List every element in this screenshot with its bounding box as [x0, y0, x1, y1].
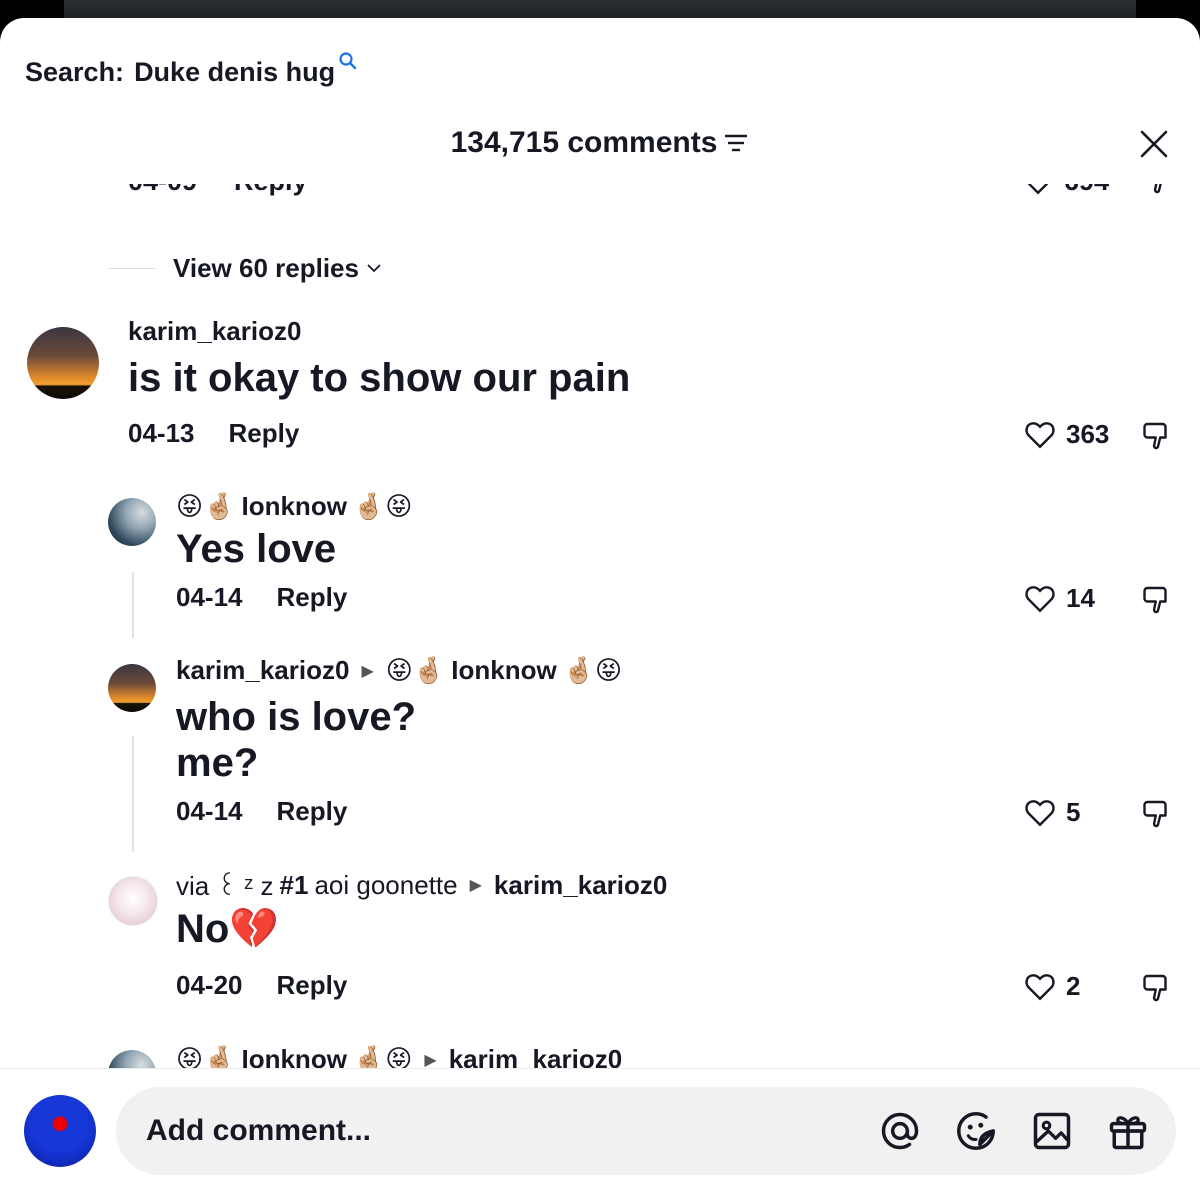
comment-date: 04-20 [176, 970, 243, 1000]
reply-arrow-icon: ▶ [469, 877, 482, 894]
reply-button[interactable]: Reply [234, 184, 308, 197]
like-count: 5 [1066, 796, 1081, 827]
comment-composer: Add comment... [0, 1068, 1200, 1200]
comment-text: No💔 [176, 907, 280, 951]
like-count: 694 [1064, 184, 1109, 197]
username-text: aoi goonette [314, 869, 458, 900]
search-query[interactable]: Duke denis hug [134, 57, 335, 88]
gift-icon[interactable] [1104, 1107, 1152, 1155]
image-icon[interactable] [1028, 1107, 1076, 1155]
comment-date: 04-14 [176, 582, 243, 612]
reply-arrow-icon: ▶ [361, 662, 374, 680]
reply-button[interactable]: Reply [277, 970, 348, 1001]
username-text: Ionknow [241, 1044, 347, 1068]
reply-button[interactable]: Reply [277, 796, 348, 827]
comment-list[interactable]: 04-09 Reply 694 View 60 replies karim_ka… [0, 184, 1200, 1068]
username-emoji: 😝🤞🏼 [176, 1044, 236, 1068]
comment-meta: 04-20 Reply [176, 970, 347, 1001]
heart-icon [1025, 800, 1055, 827]
like-button[interactable]: 2 [1022, 968, 1080, 1004]
at-icon[interactable] [876, 1107, 924, 1155]
heart-icon [1025, 586, 1055, 613]
search-suggestion[interactable]: Search: Duke denis hug [25, 52, 358, 92]
reply-arrow-icon: ▶ [424, 1051, 437, 1069]
avatar[interactable] [27, 327, 99, 399]
comments-count-title: 134,715 comments [450, 126, 718, 159]
heart-icon [1025, 974, 1055, 1001]
like-count: 2 [1066, 970, 1081, 1001]
dislike-icon[interactable] [1137, 418, 1173, 454]
avatar[interactable] [108, 1050, 156, 1068]
comment-date: 04-14 [176, 796, 243, 826]
comment-meta: 04-13 Reply [128, 418, 299, 449]
comment-meta: 04-14 Reply [176, 582, 347, 613]
username-emoji: 😝🤞🏼 [385, 655, 446, 685]
comments-header: 134,715 comments [0, 126, 1200, 170]
thread-line [132, 736, 134, 852]
comment-username[interactable]: karim_karioz0 [128, 316, 301, 347]
like-button[interactable]: 5 [1022, 794, 1080, 830]
thread-line [132, 572, 134, 638]
chevron-down-icon [367, 264, 381, 273]
reply-button[interactable]: Reply [277, 582, 348, 613]
username-text: via ꒰ ᶻ z [176, 871, 274, 901]
username-text: Ionknow [241, 491, 347, 521]
like-button[interactable]: 363 [1022, 416, 1109, 452]
username-text: karim_karioz0 [176, 655, 350, 685]
heart-icon [1025, 422, 1055, 449]
comment-text: is it okay to show our pain [128, 356, 631, 400]
comment-input-placeholder[interactable]: Add comment... [146, 1114, 876, 1148]
comment-date: 04-13 [128, 418, 195, 448]
close-icon[interactable] [1138, 128, 1170, 160]
username-emoji: 😝🤞🏼 [176, 491, 236, 521]
username-text: karim_karioz0 [128, 316, 302, 346]
my-avatar[interactable] [24, 1095, 96, 1167]
comment-text: who is love? me? [176, 695, 417, 785]
like-count: 363 [1066, 418, 1110, 449]
comment-meta: 04-14 Reply [176, 796, 347, 827]
search-icon[interactable] [338, 51, 358, 71]
reply-to-username[interactable]: karim_karioz0 [449, 1044, 622, 1068]
dislike-icon[interactable] [1137, 796, 1173, 832]
reply-to-username[interactable]: karim_karioz0 [494, 870, 667, 901]
like-count: 14 [1066, 582, 1095, 613]
comment-input[interactable]: Add comment... [116, 1087, 1176, 1175]
like-button[interactable]: 14 [1022, 580, 1095, 616]
username-emoji: 🤞🏼😝 [352, 1044, 413, 1068]
heart-icon[interactable] [1020, 184, 1056, 198]
filter-icon[interactable] [723, 132, 749, 154]
dislike-icon[interactable] [1137, 582, 1173, 618]
comment-text: Yes love [176, 527, 337, 571]
comment-username[interactable]: 😝🤞🏼 Ionknow 🤞🏼😝 [176, 491, 412, 522]
avatar[interactable] [108, 664, 156, 712]
username-emoji: 🤞🏼😝 [352, 491, 413, 521]
username-text: #1 [279, 869, 309, 900]
previous-comment-meta: 04-09 Reply 694 [128, 184, 1178, 206]
username-emoji: 🤞🏼😝 [562, 655, 623, 685]
comment-date: 04-09 [128, 184, 197, 197]
view-replies-button[interactable]: View 60 replies [108, 250, 383, 286]
reply-button[interactable]: Reply [229, 418, 300, 449]
emoji-icon[interactable] [952, 1107, 1000, 1155]
dislike-icon[interactable] [1137, 970, 1173, 1006]
dislike-icon[interactable] [1138, 184, 1174, 198]
avatar[interactable] [108, 498, 156, 546]
avatar[interactable] [108, 876, 158, 926]
comments-panel: Search: Duke denis hug 134,715 comments … [0, 18, 1200, 1200]
view-replies-label: View 60 replies [173, 252, 359, 283]
comment-username[interactable]: karim_karioz0 ▶ 😝🤞🏼 Ionknow 🤞🏼😝 [176, 655, 622, 686]
thread-divider [108, 267, 156, 269]
comment-username[interactable]: via ꒰ ᶻ z #1 aoi goonette ▶ karim_karioz… [176, 868, 667, 902]
comment-username[interactable]: 😝🤞🏼 Ionknow 🤞🏼😝 ▶ karim_karioz0 [176, 1044, 622, 1068]
reply-to-username[interactable]: Ionknow [451, 655, 556, 686]
search-prefix: Search: [25, 56, 125, 87]
